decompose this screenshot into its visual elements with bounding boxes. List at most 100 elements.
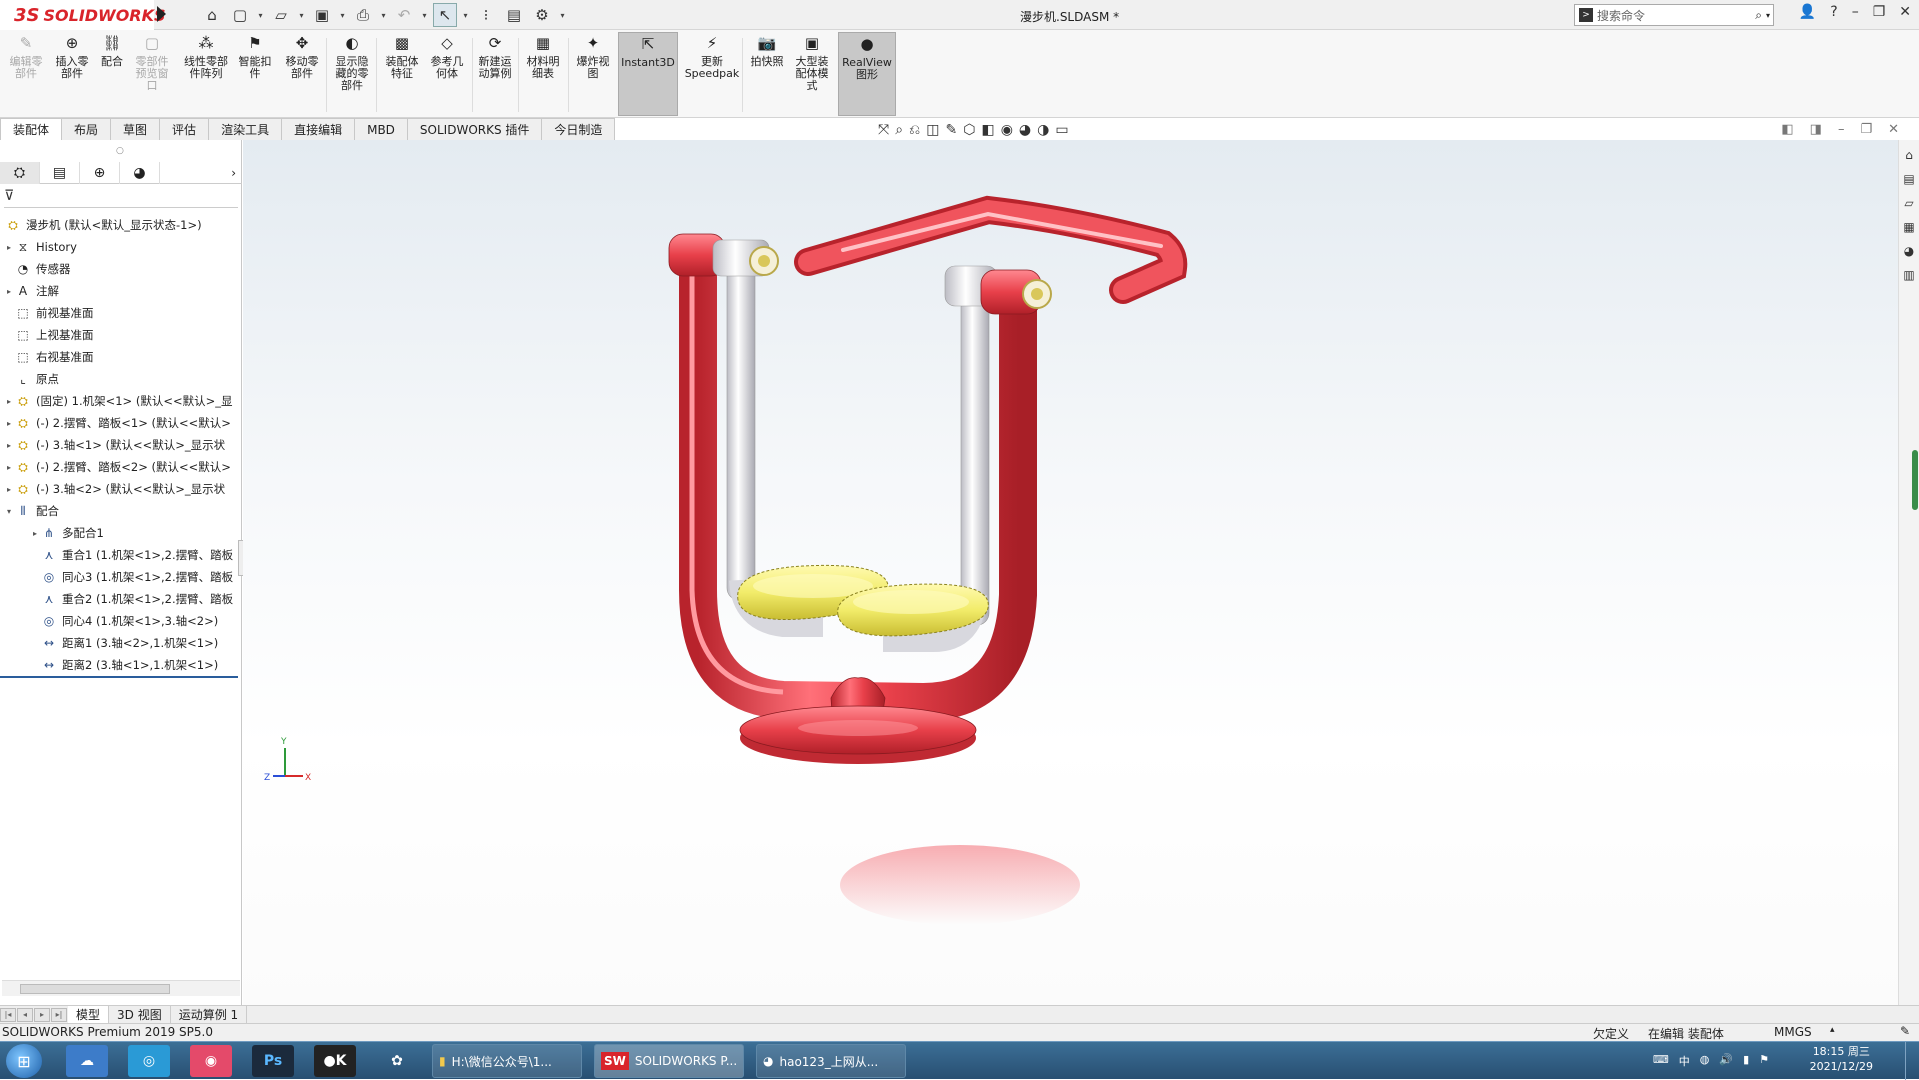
- hide-show-icon[interactable]: ◉: [1001, 122, 1013, 138]
- tree-item[interactable]: ▸ ⛭ (-) 2.摆臂、踏板<2> (默认<<默认>: [0, 456, 242, 478]
- show-desktop-button[interactable]: [1905, 1042, 1919, 1080]
- move-component-button[interactable]: ✥ 移动零 部件: [280, 32, 324, 116]
- tab-mbd[interactable]: MBD: [354, 118, 408, 140]
- display-manager-tab-icon[interactable]: ◕: [120, 162, 160, 184]
- filter-icon[interactable]: ⊽: [4, 188, 238, 208]
- media-player-icon[interactable]: ◉: [190, 1045, 232, 1077]
- expand-toggle-icon[interactable]: ▸: [30, 529, 40, 538]
- tree-horizontal-scrollbar[interactable]: [2, 980, 240, 996]
- appearance-icon[interactable]: ◕: [1019, 122, 1031, 138]
- walker-model[interactable]: Y X Z: [243, 140, 1898, 1005]
- volume-icon[interactable]: 🔊: [1719, 1053, 1733, 1069]
- tree-item[interactable]: ▸ ⛭ (-) 2.摆臂、踏板<1> (默认<<默认>: [0, 412, 242, 434]
- tab-sketch[interactable]: 草图: [110, 118, 161, 140]
- large-assembly-button[interactable]: ▣ 大型装 配体模 式: [790, 32, 834, 116]
- linear-pattern-button[interactable]: ⁂ 线性零部 件阵列: [178, 32, 234, 116]
- chevron-down-icon[interactable]: ▾: [1766, 11, 1770, 20]
- chevron-up-icon[interactable]: ▴: [1830, 1025, 1835, 1035]
- previous-view-icon[interactable]: ⎌: [909, 122, 920, 138]
- tree-item[interactable]: ⬚ 右视基准面: [0, 346, 242, 368]
- chevron-right-icon[interactable]: ›: [160, 162, 242, 183]
- chevron-down-icon[interactable]: ▾: [420, 3, 429, 27]
- home-icon[interactable]: ⌂: [200, 3, 224, 27]
- new-motion-study-button[interactable]: ⟳ 新建运 动算例: [474, 32, 516, 116]
- graphics-area[interactable]: Y X Z: [243, 140, 1898, 1005]
- tree-item[interactable]: ⌞ 原点: [0, 368, 242, 390]
- exploded-view-button[interactable]: ✦ 爆炸视 图: [572, 32, 614, 116]
- tree-item[interactable]: ⬚ 上视基准面: [0, 324, 242, 346]
- insert-component-button[interactable]: ⊕ 插入零 部件: [50, 32, 94, 116]
- tab-3d-view[interactable]: 3D 视图: [109, 1005, 171, 1024]
- tree-item[interactable]: ▸ ⛭ (-) 3.轴<1> (默认<<默认>_显示状: [0, 434, 242, 456]
- tree-item[interactable]: ◎ 同心4 (1.机架<1>,3.轴<2>): [0, 610, 242, 632]
- recorder-icon[interactable]: ●K: [314, 1045, 356, 1077]
- tree-item[interactable]: ▸ ⧖ History: [0, 236, 242, 258]
- undo-icon[interactable]: ↶: [392, 3, 416, 27]
- select-cursor-icon[interactable]: ↖: [433, 3, 457, 27]
- chevron-down-icon[interactable]: ▾: [461, 3, 470, 27]
- user-icon[interactable]: 👤: [1799, 4, 1816, 20]
- feature-tree-tab-icon[interactable]: ⛭: [0, 162, 40, 184]
- print-icon[interactable]: ⎙: [351, 3, 375, 27]
- solidworks-resources-icon[interactable]: ⌂: [1900, 146, 1918, 164]
- panel-grip[interactable]: ○: [116, 146, 124, 156]
- section-view-icon[interactable]: ◫: [926, 122, 939, 138]
- tab-motion-study[interactable]: 运动算例 1: [171, 1005, 248, 1024]
- tree-item[interactable]: ▸ ⛭ (-) 3.轴<2> (默认<<默认>_显示状: [0, 478, 242, 500]
- zoom-area-icon[interactable]: ⌕: [895, 122, 903, 138]
- traffic-light-icon[interactable]: ⁝: [474, 3, 498, 27]
- chevron-down-icon[interactable]: ▾: [379, 3, 388, 27]
- expand-toggle-icon[interactable]: ▾: [4, 507, 14, 516]
- expand-toggle-icon[interactable]: ▸: [4, 287, 14, 296]
- tree-item[interactable]: ◎ 同心3 (1.机架<1>,2.摆臂、踏板: [0, 566, 242, 588]
- clock[interactable]: 18:15 周三 2021/12/29: [1810, 1044, 1873, 1074]
- chevron-down-icon[interactable]: ▾: [256, 3, 265, 27]
- realview-button[interactable]: ● RealView 图形: [838, 32, 896, 116]
- tab-model[interactable]: 模型: [68, 1005, 110, 1024]
- dynamic-annotation-icon[interactable]: ✎: [945, 122, 957, 138]
- custom-properties-icon[interactable]: ▥: [1900, 266, 1918, 284]
- tab-render-tools[interactable]: 渲染工具: [208, 118, 283, 140]
- prev-tab-icon[interactable]: ◂: [17, 1007, 33, 1022]
- tree-item[interactable]: ↔ 距离1 (3.轴<2>,1.机架<1>): [0, 632, 242, 654]
- search-input[interactable]: 搜索命令: [1597, 7, 1751, 24]
- display-style-icon[interactable]: ◧: [981, 122, 994, 138]
- tab-addins[interactable]: SOLIDWORKS 插件: [406, 118, 543, 140]
- save-icon[interactable]: ▣: [310, 3, 334, 27]
- taskbar-window-browser[interactable]: ◕ hao123_上网从...: [756, 1044, 906, 1078]
- tile-right-icon[interactable]: ◨: [1810, 122, 1822, 137]
- snapshot-button[interactable]: 📷 拍快照: [746, 32, 788, 116]
- tooltip-settings-icon[interactable]: ✎: [1900, 1024, 1910, 1038]
- baidu-netdisk-icon[interactable]: ☁: [66, 1045, 108, 1077]
- tree-item[interactable]: ▸ ⛭ (固定) 1.机架<1> (默认<<默认>_显: [0, 390, 242, 412]
- expand-toggle-icon[interactable]: ▸: [4, 419, 14, 428]
- design-library-icon[interactable]: ▤: [1900, 170, 1918, 188]
- tile-left-icon[interactable]: ◧: [1781, 122, 1793, 137]
- tree-item[interactable]: ▾ ⫴ 配合: [0, 500, 242, 522]
- options-gear-icon[interactable]: ⚙: [530, 3, 554, 27]
- tree-item[interactable]: ▸ ⋔ 多配合1: [0, 522, 242, 544]
- tree-item[interactable]: ◔ 传感器: [0, 258, 242, 280]
- view-palette-icon[interactable]: ▦: [1900, 218, 1918, 236]
- open-folder-icon[interactable]: ▱: [269, 3, 293, 27]
- tab-make-today[interactable]: 今日制造: [541, 118, 616, 140]
- expand-toggle-icon[interactable]: ▸: [4, 485, 14, 494]
- view-orientation-icon[interactable]: ⬡: [963, 122, 975, 138]
- assembly-feature-button[interactable]: ▩ 装配体 特征: [380, 32, 424, 116]
- flag-icon[interactable]: ⚑: [1759, 1053, 1769, 1069]
- scrollbar-thumb[interactable]: [20, 984, 170, 994]
- taskbar-window-explorer[interactable]: ▮ H:\微信公众号\1...: [432, 1044, 582, 1078]
- show-hidden-button[interactable]: ◐ 显示隐 藏的零 部件: [330, 32, 374, 116]
- zoom-to-fit-icon[interactable]: ⤧: [878, 122, 889, 138]
- start-button-icon[interactable]: ⊞: [6, 1044, 42, 1078]
- tree-item[interactable]: ⋏ 重合1 (1.机架<1>,2.摆臂、踏板: [0, 544, 242, 566]
- bom-button[interactable]: ▦ 材料明 细表: [522, 32, 564, 116]
- tab-layout[interactable]: 布局: [61, 118, 112, 140]
- network-icon[interactable]: ▮: [1743, 1053, 1749, 1069]
- file-properties-icon[interactable]: ▤: [502, 3, 526, 27]
- tree-root[interactable]: ⛭ 漫步机 (默认<默认_显示状态-1>): [0, 214, 242, 236]
- chevron-down-icon[interactable]: ▾: [338, 3, 347, 27]
- unit-system[interactable]: MMGS: [1774, 1025, 1812, 1039]
- close-icon[interactable]: ✕: [1888, 122, 1899, 137]
- first-tab-icon[interactable]: |◂: [0, 1007, 16, 1022]
